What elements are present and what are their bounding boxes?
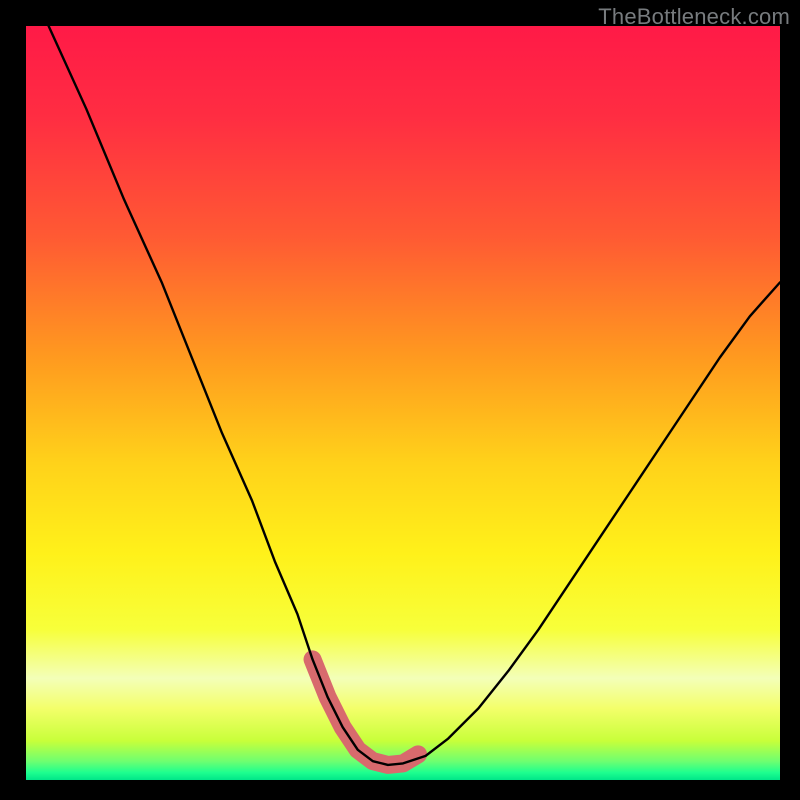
bottleneck-curve-path (49, 26, 780, 765)
chart-frame: TheBottleneck.com (0, 0, 800, 800)
plot-area (26, 26, 780, 780)
highlight-band-path (313, 659, 419, 765)
curve-layer (26, 26, 780, 780)
